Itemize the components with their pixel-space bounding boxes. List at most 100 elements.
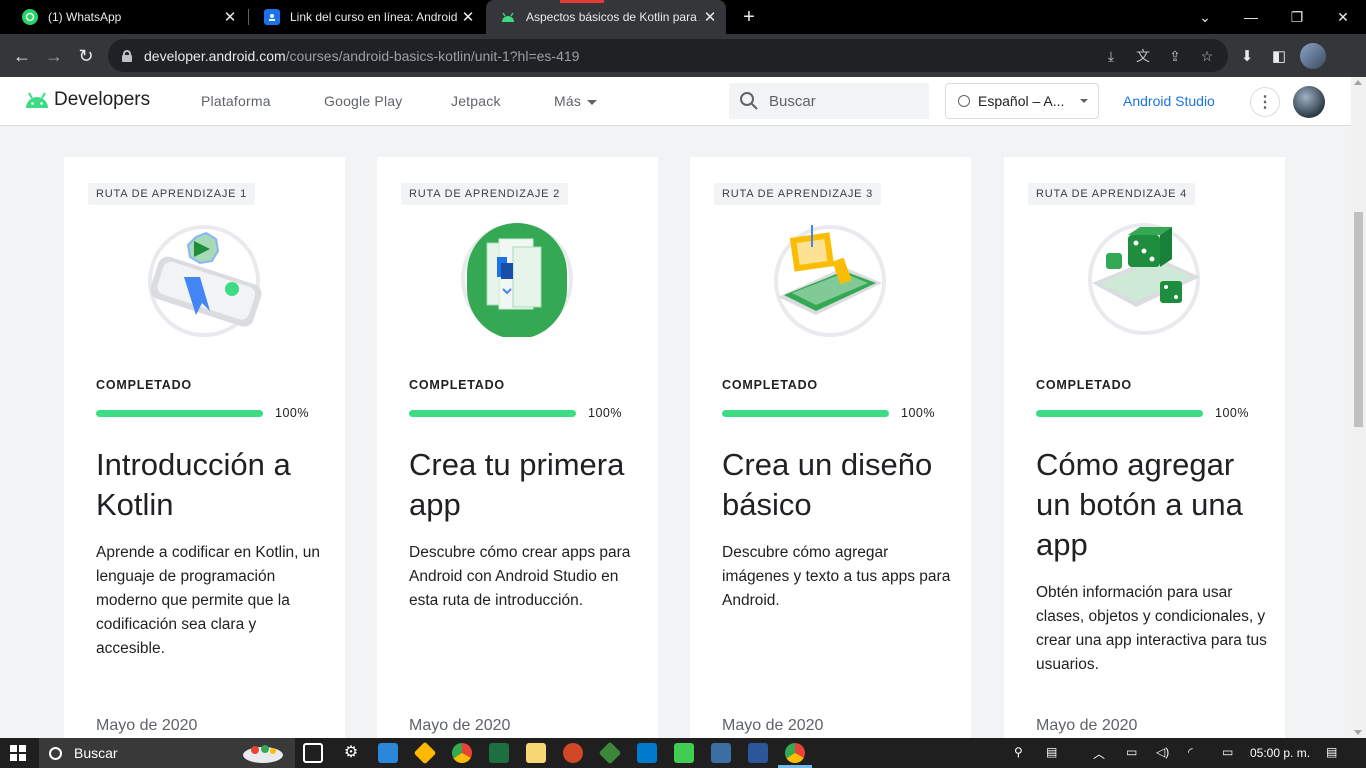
nodejs-icon[interactable] (598, 741, 622, 765)
scroll-up-arrow-icon[interactable] (1354, 80, 1362, 85)
powerpoint-icon[interactable] (563, 743, 583, 763)
android-icon (500, 9, 516, 25)
vscode-icon[interactable] (637, 743, 657, 763)
progress-percent: 100% (1215, 406, 1249, 420)
task-view-icon[interactable] (303, 743, 323, 763)
card-title[interactable]: Crea tu primera app (409, 445, 649, 525)
install-app-icon[interactable]: ⤓ (1102, 47, 1120, 65)
chrome-icon[interactable] (452, 743, 472, 763)
wifi-icon[interactable]: ◜ (1188, 745, 1193, 759)
user-avatar[interactable] (1293, 86, 1325, 118)
learning-path-card-1[interactable]: RUTA DE APRENDIZAJE 1 COMPLETADO 100% In… (64, 157, 345, 738)
card-title[interactable]: Crea un diseño básico (722, 445, 962, 525)
progress-bar (1036, 410, 1203, 417)
tab-search-chevron-icon[interactable]: ⌄ (1182, 0, 1228, 34)
tab-kotlin-basics[interactable]: Aspectos básicos de Kotlin para A ✕ (486, 0, 726, 34)
developers-logo[interactable]: Developers (24, 89, 150, 111)
forward-button[interactable]: → (40, 42, 68, 70)
battery-icon[interactable]: ▭ (1126, 745, 1137, 759)
notifications-icon[interactable]: ▤ (1326, 745, 1337, 759)
share-icon[interactable]: ⇪ (1166, 47, 1184, 65)
close-window-button[interactable]: ✕ (1320, 0, 1366, 34)
keyboard-layout-icon[interactable]: ▭ (1222, 745, 1233, 759)
word-icon[interactable] (748, 743, 768, 763)
progress-bar (96, 410, 263, 417)
search-input[interactable]: Buscar (769, 93, 816, 110)
completion-status: COMPLETADO (96, 378, 192, 392)
nav-google-play[interactable]: Google Play (324, 93, 402, 109)
card-title[interactable]: Introducción a Kotlin (96, 445, 336, 525)
card-title[interactable]: Cómo agregar un botón a una app (1036, 445, 1276, 565)
close-tab-icon[interactable]: ✕ (700, 8, 720, 26)
page-scrollbar[interactable] (1351, 77, 1366, 738)
nav-plataforma[interactable]: Plataforma (201, 93, 271, 109)
progress-bar (722, 410, 889, 417)
search-icon (740, 92, 758, 110)
chevron-down-icon (587, 99, 598, 105)
learning-path-card-2[interactable]: RUTA DE APRENDIZAJE 2 COMPLETADO 100% Cr… (377, 157, 658, 738)
scroll-down-arrow-icon[interactable] (1354, 730, 1362, 735)
language-value: Español – A... (978, 93, 1065, 109)
completion-status: COMPLETADO (409, 378, 505, 392)
course-content: RUTA DE APRENDIZAJE 1 COMPLETADO 100% In… (0, 126, 1351, 738)
file-explorer-icon[interactable] (526, 743, 546, 763)
tab-whatsapp[interactable]: (1) WhatsApp ✕ (8, 0, 246, 34)
people-app-icon[interactable] (378, 743, 398, 763)
browser-profile-avatar[interactable] (1300, 43, 1326, 69)
browser-toolbar: ← → ↻ developer.android.com/courses/andr… (0, 34, 1366, 77)
nav-jetpack[interactable]: Jetpack (451, 93, 501, 109)
learning-path-chip: RUTA DE APRENDIZAJE 1 (88, 183, 256, 205)
tab-course-link[interactable]: Link del curso en línea: Android B ✕ (250, 0, 484, 34)
app-screens-illustration-icon (461, 223, 573, 337)
browser-tab-strip: (1) WhatsApp ✕ Link del curso en línea: … (0, 0, 1366, 34)
news-tray-icon[interactable]: ▤ (1046, 745, 1057, 759)
people-tray-icon[interactable]: ⚲ (1014, 745, 1023, 759)
volume-icon[interactable]: ◁) (1156, 745, 1169, 759)
more-options-icon[interactable]: ⋮ (1250, 87, 1280, 117)
reload-button[interactable]: ↻ (72, 42, 100, 70)
nav-mas[interactable]: Más (554, 93, 598, 109)
tab-title: (1) WhatsApp (48, 10, 122, 24)
learning-path-chip: RUTA DE APRENDIZAJE 3 (714, 183, 882, 205)
restore-button[interactable]: ❐ (1274, 0, 1320, 34)
taskbar-search[interactable]: Buscar (39, 738, 295, 768)
close-tab-icon[interactable]: ✕ (220, 8, 240, 26)
minimize-button[interactable]: — (1228, 0, 1274, 34)
bookmark-star-icon[interactable]: ☆ (1198, 47, 1216, 65)
qt-creator-icon[interactable] (674, 743, 694, 763)
learning-path-card-4[interactable]: RUTA DE APRENDIZAJE 4 COMPLETADO 100% Có… (1004, 157, 1285, 738)
show-hidden-icons-icon[interactable]: ︿ (1093, 745, 1105, 762)
chrome-active-icon[interactable] (785, 743, 805, 763)
security-app-icon[interactable] (413, 741, 437, 765)
address-bar[interactable]: developer.android.com/courses/android-ba… (108, 39, 1228, 72)
downloads-icon[interactable]: ⬇ (1236, 45, 1258, 67)
language-selector[interactable]: Español – A... (945, 83, 1099, 119)
android-studio-link[interactable]: Android Studio (1123, 93, 1215, 109)
progress-bar (409, 410, 576, 417)
windows-taskbar: Buscar ⚙ ⚲ ▤ ︿ ▭ ◁) ◜ ▭ 05:00 p. m. ▤ (0, 738, 1366, 768)
sourcetree-icon[interactable] (711, 743, 731, 763)
android-logo-icon (26, 92, 48, 108)
close-tab-icon[interactable]: ✕ (458, 8, 478, 26)
side-panel-icon[interactable]: ◧ (1268, 45, 1290, 67)
card-description: Descubre cómo crear apps para Android co… (409, 544, 631, 609)
site-search[interactable]: Buscar (729, 83, 929, 119)
lock-icon[interactable] (122, 50, 132, 62)
back-button[interactable]: ← (8, 42, 36, 70)
translate-icon[interactable]: 文 (1134, 47, 1152, 65)
system-clock[interactable]: 05:00 p. m. (1250, 746, 1310, 760)
completion-status: COMPLETADO (722, 378, 818, 392)
taskbar-search-input[interactable]: Buscar (74, 745, 118, 761)
tab-title: Link del curso en línea: Android B (290, 10, 458, 24)
settings-gear-icon[interactable]: ⚙ (341, 743, 361, 763)
excel-icon[interactable] (489, 743, 509, 763)
nav-mas-label: Más (554, 93, 582, 109)
new-tab-button[interactable]: + (738, 6, 760, 28)
dropdown-arrow-icon (1080, 99, 1088, 103)
learning-path-chip: RUTA DE APRENDIZAJE 4 (1028, 183, 1196, 205)
windows-start-icon[interactable] (10, 745, 26, 761)
learning-path-card-3[interactable]: RUTA DE APRENDIZAJE 3 COMPLETADO 100% Cr… (690, 157, 971, 738)
card-date: Mayo de 2020 (722, 717, 824, 734)
scrollbar-thumb[interactable] (1354, 212, 1363, 427)
card-description: Aprende a codificar en Kotlin, un lengua… (96, 544, 321, 657)
